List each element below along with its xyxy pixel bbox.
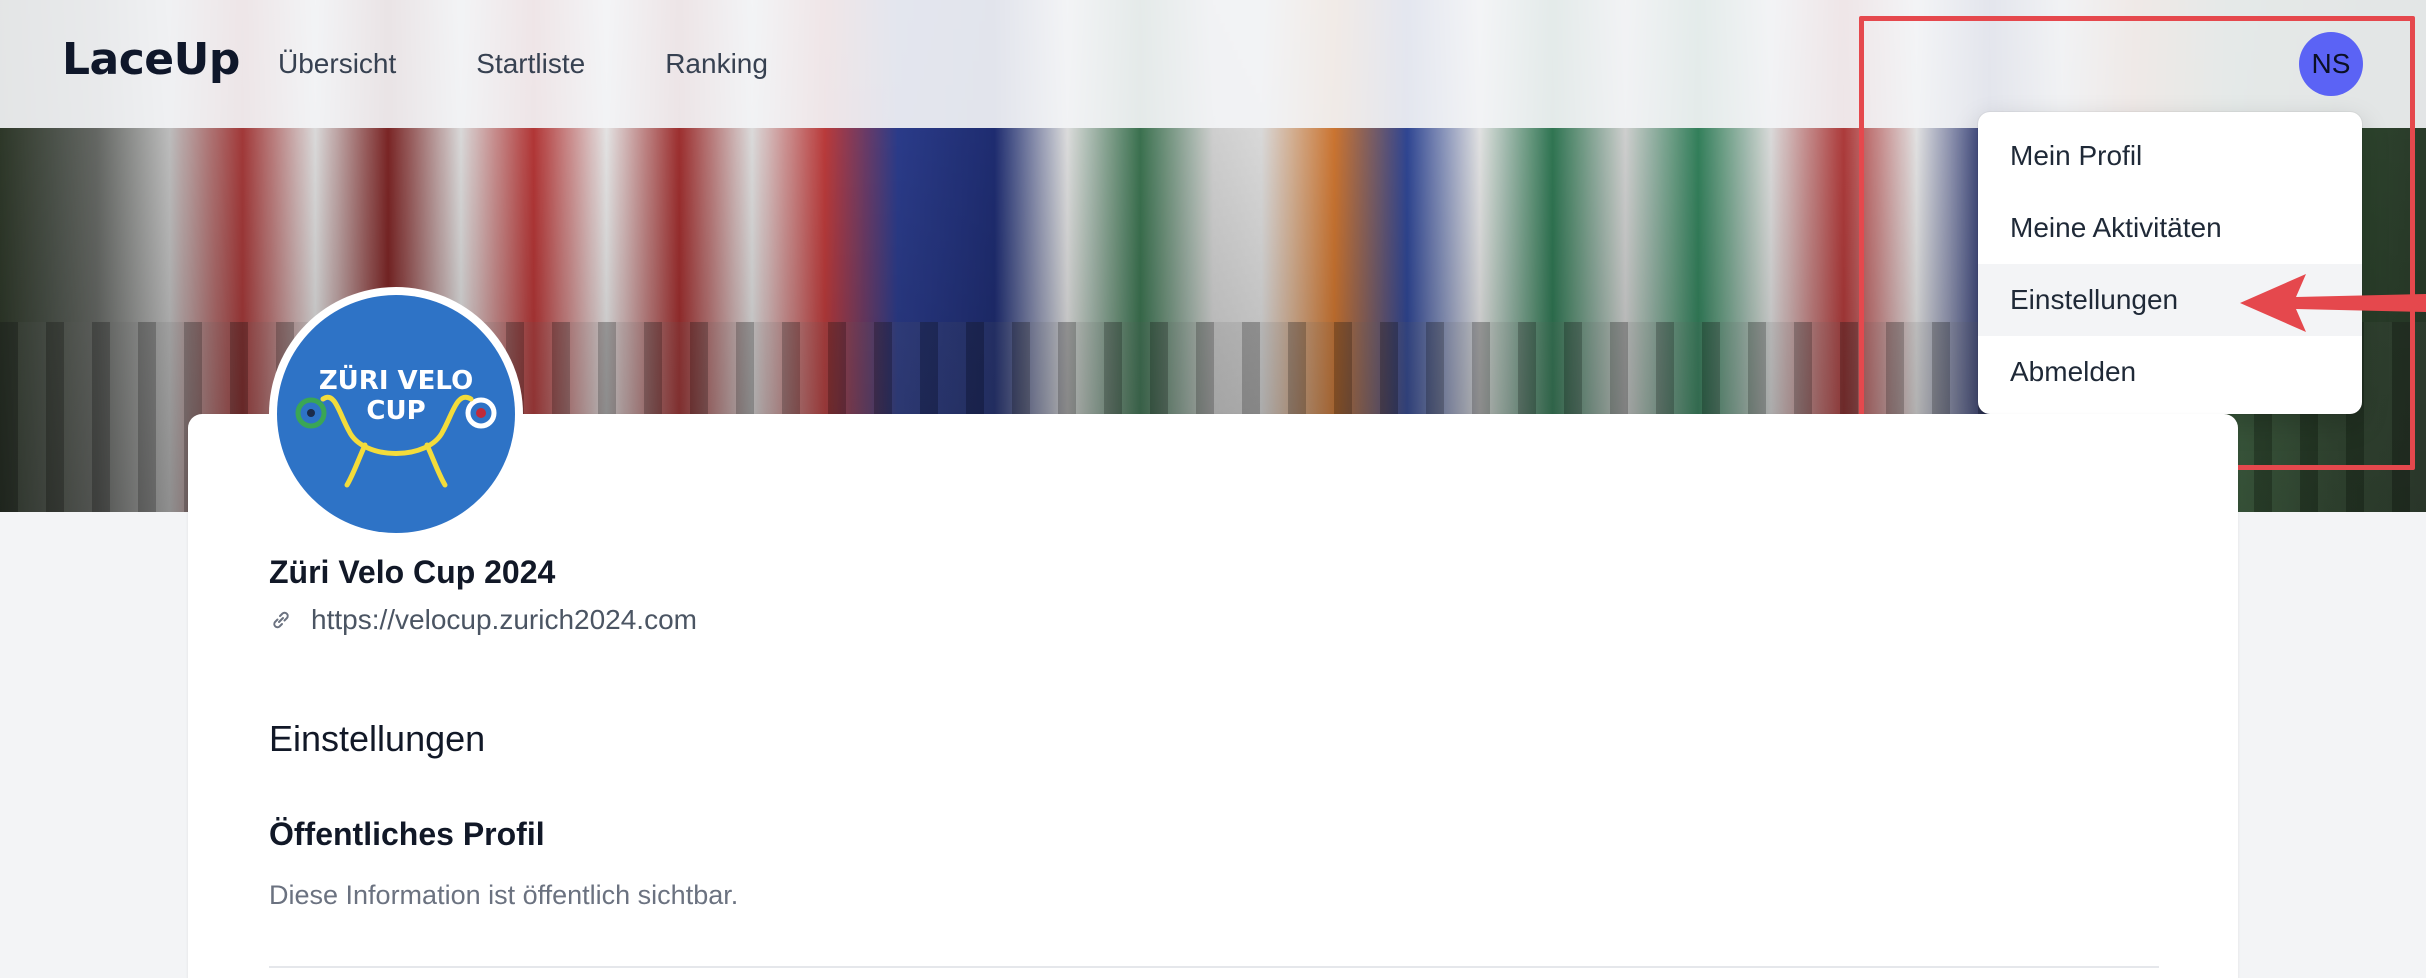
annotation-highlight-box (1859, 16, 2415, 470)
settings-title: Einstellungen (269, 718, 486, 759)
link-icon (273, 611, 289, 629)
nav-item-ranking[interactable]: Ranking (665, 48, 768, 80)
app-logo[interactable]: LaceUp (62, 34, 240, 85)
organization-logo: ZÜRI VELO CUP (269, 287, 523, 541)
logo-text-line2: CUP (366, 396, 425, 426)
organization-url-link[interactable]: https://velocup.zurich2024.com (311, 604, 697, 636)
nav-item-startliste[interactable]: Startliste (476, 48, 585, 80)
bicycle-logo-icon: ZÜRI VELO CUP (295, 363, 497, 488)
organization-logo-badge: ZÜRI VELO CUP (277, 295, 515, 533)
nav-item-uebersicht[interactable]: Übersicht (278, 48, 396, 80)
public-profile-description: Diese Information ist öffentlich sichtba… (269, 880, 739, 910)
logo-text-line1: ZÜRI VELO (319, 363, 473, 396)
arrow-left-icon (2240, 274, 2426, 332)
public-profile-title: Öffentliches Profil (269, 816, 545, 852)
page: LaceUp Übersicht Startliste Ranking NS M… (0, 0, 2426, 978)
section-divider (269, 966, 2159, 968)
organization-link-row: https://velocup.zurich2024.com (269, 604, 697, 636)
main-nav: Übersicht Startliste Ranking (278, 48, 768, 80)
organization-name: Züri Velo Cup 2024 (269, 554, 556, 590)
